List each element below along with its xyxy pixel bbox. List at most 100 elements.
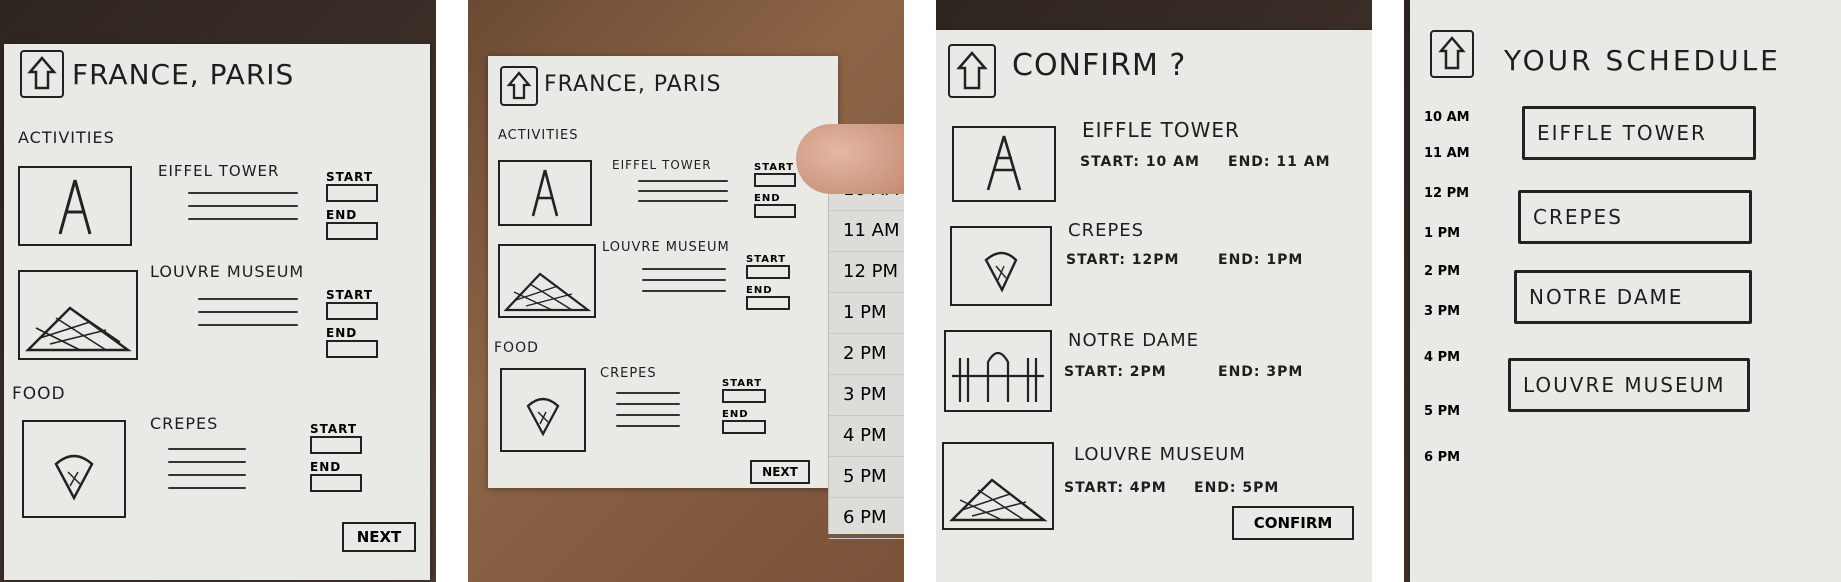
description-lines bbox=[642, 268, 726, 303]
start-time: START: 2PM bbox=[1064, 364, 1167, 380]
time-option[interactable]: 11 AM bbox=[829, 211, 904, 252]
sketch-panel-1: FRANCE, PARIS ACTIVITIES EIFFEL TOWER ST… bbox=[0, 0, 436, 582]
time-label: 1 PM bbox=[1424, 226, 1461, 241]
start-label: START bbox=[326, 170, 374, 184]
time-controls: START END bbox=[754, 162, 796, 224]
time-option[interactable]: 6 PM bbox=[829, 498, 904, 539]
crepes-thumbnail bbox=[500, 368, 586, 452]
eiffel-tower-thumbnail bbox=[952, 126, 1056, 202]
home-icon[interactable] bbox=[1430, 30, 1474, 78]
item-name: EIFFLE TOWER bbox=[1082, 118, 1240, 142]
paper-sheet: FRANCE, PARIS ACTIVITIES EIFFEL TOWER ST… bbox=[488, 56, 838, 488]
eiffel-tower-thumbnail bbox=[18, 166, 132, 246]
start-label: START bbox=[310, 422, 358, 436]
end-time: END: 3PM bbox=[1218, 364, 1304, 380]
louvre-thumbnail bbox=[18, 270, 138, 360]
home-icon[interactable] bbox=[500, 66, 538, 106]
description-lines bbox=[198, 298, 298, 337]
end-label: END bbox=[326, 208, 358, 222]
end-field[interactable] bbox=[754, 204, 796, 218]
start-label: START bbox=[746, 254, 787, 265]
time-label: 3 PM bbox=[1424, 304, 1461, 319]
time-option[interactable]: 2 PM bbox=[829, 334, 904, 375]
end-field[interactable] bbox=[722, 420, 766, 434]
time-controls: START END bbox=[722, 378, 766, 440]
time-label: 11 AM bbox=[1424, 146, 1470, 161]
start-field[interactable] bbox=[310, 436, 362, 454]
sketch-panel-4: YOUR SCHEDULE 10 AM 11 AM 12 PM 1 PM 2 P… bbox=[1404, 0, 1841, 582]
louvre-thumbnail bbox=[498, 244, 596, 318]
home-icon[interactable] bbox=[948, 44, 996, 98]
end-field[interactable] bbox=[746, 296, 790, 310]
time-option[interactable]: 12 PM bbox=[829, 252, 904, 293]
schedule-slot[interactable]: NOTRE DAME bbox=[1514, 270, 1752, 324]
start-label: START bbox=[754, 162, 795, 173]
time-dropdown[interactable]: 10 AM 11 AM 12 PM 1 PM 2 PM 3 PM 4 PM 5 … bbox=[828, 170, 904, 539]
end-label: END bbox=[310, 460, 342, 474]
start-field[interactable] bbox=[746, 265, 790, 279]
time-label: 12 PM bbox=[1424, 186, 1470, 201]
time-controls: START END bbox=[326, 288, 378, 364]
page-title: YOUR SCHEDULE bbox=[1504, 44, 1781, 77]
confirm-button[interactable]: CONFIRM bbox=[1232, 506, 1354, 540]
page-title: FRANCE, PARIS bbox=[72, 58, 295, 91]
crepes-thumbnail bbox=[22, 420, 126, 518]
slot-label: LOUVRE MUSEUM bbox=[1523, 373, 1726, 397]
end-label: END bbox=[754, 193, 781, 204]
page-title: FRANCE, PARIS bbox=[544, 72, 722, 97]
end-field[interactable] bbox=[326, 340, 378, 358]
paper-sheet: FRANCE, PARIS ACTIVITIES EIFFEL TOWER ST… bbox=[4, 44, 430, 580]
time-option[interactable]: 3 PM bbox=[829, 375, 904, 416]
start-time: START: 4pm bbox=[1064, 480, 1167, 496]
description-lines bbox=[188, 192, 298, 231]
home-icon[interactable] bbox=[20, 50, 64, 98]
item-name: CREPES bbox=[150, 414, 219, 433]
item-name: EIFFEL TOWER bbox=[158, 162, 280, 180]
start-field[interactable] bbox=[722, 389, 766, 403]
paper-sheet: CONFIRM ? EIFFLE TOWER START: 10 AM END:… bbox=[936, 30, 1372, 582]
sketch-panel-3: CONFIRM ? EIFFLE TOWER START: 10 AM END:… bbox=[936, 0, 1372, 582]
time-label: 2 PM bbox=[1424, 264, 1461, 279]
end-label: END bbox=[722, 409, 749, 420]
next-button[interactable]: NEXT bbox=[750, 460, 810, 484]
time-option[interactable]: 4 PM bbox=[829, 416, 904, 457]
time-controls: START END bbox=[326, 170, 378, 246]
start-field[interactable] bbox=[326, 302, 378, 320]
description-lines bbox=[168, 448, 246, 500]
louvre-thumbnail bbox=[942, 442, 1054, 530]
section-activities: ACTIVITIES bbox=[18, 128, 115, 147]
end-label: END bbox=[746, 285, 773, 296]
time-controls: START END bbox=[310, 422, 362, 498]
slot-label: NOTRE DAME bbox=[1529, 285, 1684, 309]
start-label: START bbox=[326, 288, 374, 302]
section-food: FOOD bbox=[494, 340, 539, 356]
item-name: EIFFEL TOWER bbox=[612, 158, 712, 172]
item-name: LOUVRE MUSEUM bbox=[150, 262, 305, 281]
section-activities: ACTIVITIES bbox=[498, 128, 579, 143]
description-lines bbox=[638, 180, 728, 213]
time-controls: START END bbox=[746, 254, 790, 316]
end-field[interactable] bbox=[326, 222, 378, 240]
time-option[interactable]: 5 PM bbox=[829, 457, 904, 498]
time-label: 4 PM bbox=[1424, 350, 1461, 365]
end-time: END: 1PM bbox=[1218, 252, 1304, 268]
end-field[interactable] bbox=[310, 474, 362, 492]
time-label: 10 AM bbox=[1424, 110, 1470, 125]
start-label: START bbox=[722, 378, 763, 389]
eiffel-tower-thumbnail bbox=[498, 160, 592, 226]
start-field[interactable] bbox=[754, 173, 796, 187]
start-field[interactable] bbox=[326, 184, 378, 202]
notre-dame-thumbnail bbox=[944, 330, 1052, 412]
crepes-thumbnail bbox=[950, 226, 1052, 306]
time-option[interactable]: 1 PM bbox=[829, 293, 904, 334]
start-time: START: 12PM bbox=[1066, 252, 1180, 268]
next-button[interactable]: NEXT bbox=[342, 522, 416, 552]
time-label: 5 PM bbox=[1424, 404, 1461, 419]
schedule-slot[interactable]: LOUVRE MUSEUM bbox=[1508, 358, 1750, 412]
paper-sheet: YOUR SCHEDULE 10 AM 11 AM 12 PM 1 PM 2 P… bbox=[1410, 0, 1841, 582]
schedule-slot[interactable]: CREPES bbox=[1518, 190, 1752, 244]
end-label: END bbox=[326, 326, 358, 340]
slot-label: EIFFLE TOWER bbox=[1537, 121, 1707, 145]
item-name: CREPES bbox=[600, 366, 657, 381]
schedule-slot[interactable]: EIFFLE TOWER bbox=[1522, 106, 1756, 160]
